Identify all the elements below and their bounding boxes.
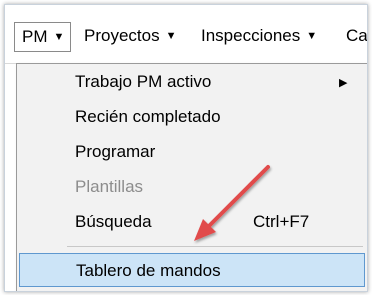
menu-item-plantillas: Plantillas	[17, 170, 367, 204]
menu-item-trabajo-pm-activo[interactable]: Trabajo PM activo ▶	[17, 65, 367, 99]
pm-dropdown-menu: Trabajo PM activo ▶ Recién completado Pr…	[16, 63, 367, 291]
menu-pm-label: PM	[22, 27, 48, 46]
menu-cad-label: Cad	[346, 26, 368, 45]
submenu-arrow-icon: ▶	[339, 77, 348, 89]
menu-pm[interactable]: PM ▼	[14, 22, 72, 52]
menu-item-programar[interactable]: Programar	[17, 135, 367, 169]
menu-proyectos-label: Proyectos	[84, 26, 160, 45]
menu-inspecciones[interactable]: Inspecciones ▼	[201, 22, 317, 50]
menu-item-recien-completado[interactable]: Recién completado	[17, 100, 367, 134]
chevron-down-icon: ▼	[53, 31, 65, 43]
menu-item-shortcut: Ctrl+F7	[253, 212, 310, 231]
menu-item-label: Tablero de mandos	[76, 261, 221, 280]
menu-item-label: Trabajo PM activo	[75, 72, 212, 91]
menu-inspecciones-label: Inspecciones	[201, 26, 301, 45]
chevron-down-icon: ▼	[306, 30, 318, 42]
menu-proyectos[interactable]: Proyectos ▼	[84, 22, 176, 50]
menu-item-label: Recién completado	[75, 107, 221, 126]
menu-bar: PM ▼ Proyectos ▼ Inspecciones ▼ Cad	[5, 5, 367, 64]
menu-item-label: Búsqueda	[75, 212, 152, 231]
menu-item-label: Programar	[75, 142, 156, 161]
menu-item-tablero-de-mandos[interactable]: Tablero de mandos	[19, 253, 365, 287]
window-frame: PM ▼ Proyectos ▼ Inspecciones ▼ Cad Trabajo…	[4, 4, 368, 292]
menu-cad[interactable]: Cad	[346, 22, 368, 50]
menu-separator	[67, 246, 363, 247]
chevron-down-icon: ▼	[165, 30, 177, 42]
menu-item-busqueda[interactable]: Búsqueda Ctrl+F7	[17, 205, 367, 239]
menu-item-label: Plantillas	[75, 177, 144, 196]
